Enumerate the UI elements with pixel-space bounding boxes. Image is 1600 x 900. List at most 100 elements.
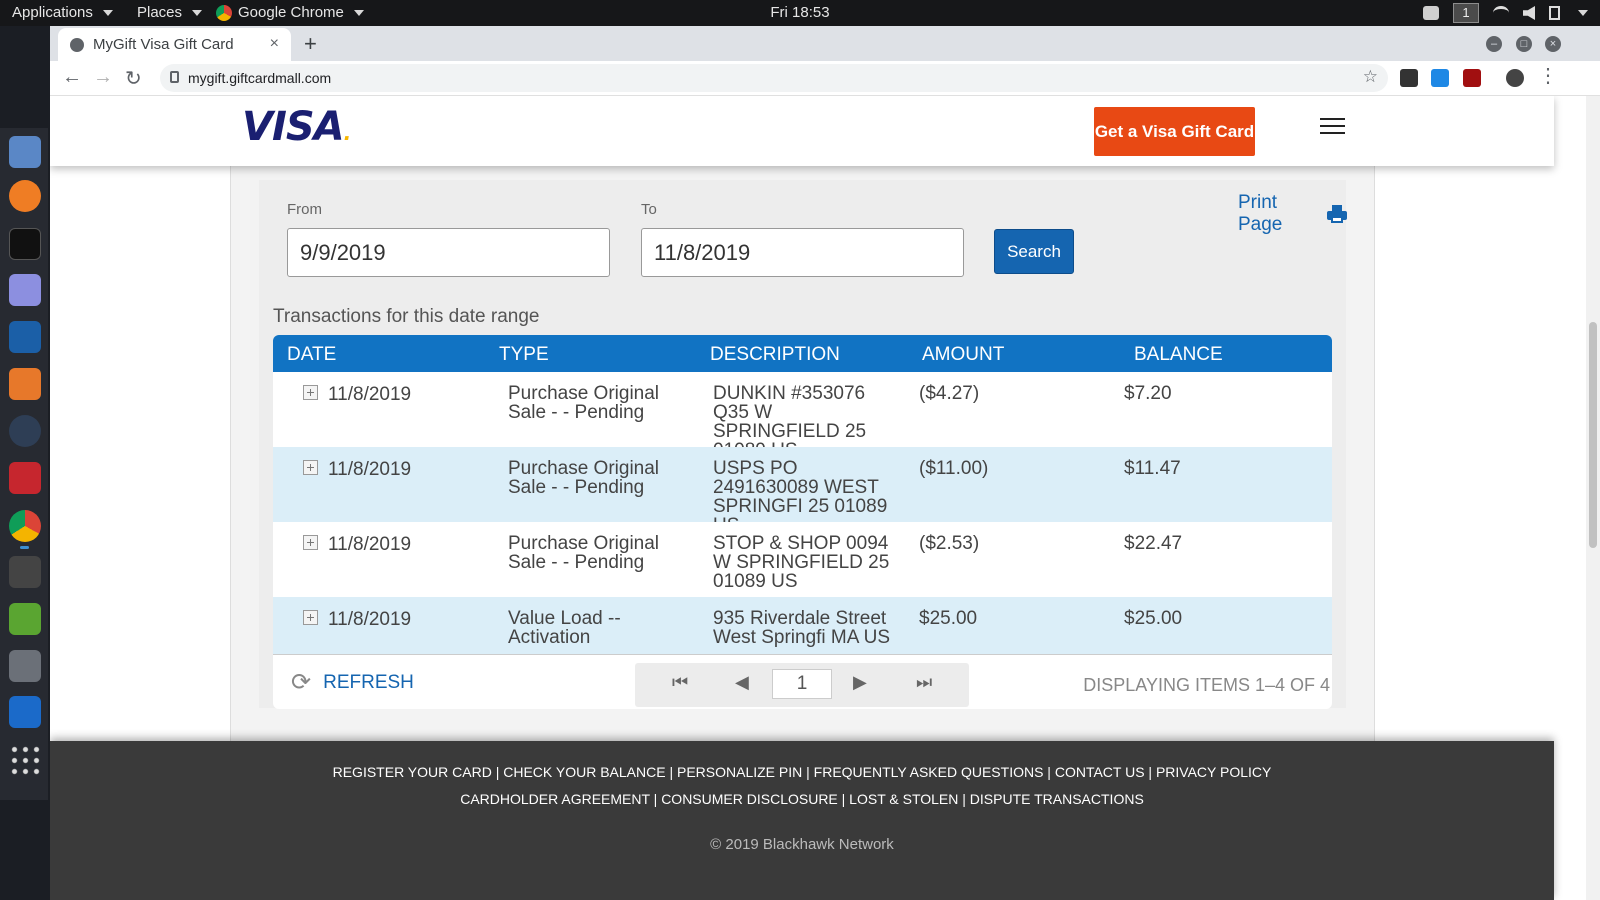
battery-icon[interactable] <box>1549 6 1560 20</box>
expand-row-icon[interactable] <box>303 610 318 625</box>
get-gift-card-button[interactable]: Get a Visa Gift Card <box>1094 107 1255 156</box>
chrome-icon[interactable] <box>9 510 41 542</box>
settings-icon[interactable] <box>9 650 41 682</box>
pagination: ⏮ ◀ 1 ▶ ⏭ <box>635 663 969 707</box>
eye-icon[interactable] <box>9 415 41 447</box>
page-viewport: VISA. Get a Visa Gift Card From To Searc… <box>50 96 1600 900</box>
workspace-indicator[interactable]: 1 <box>1453 3 1479 23</box>
expand-row-icon[interactable] <box>303 460 318 475</box>
clock[interactable]: Fri 18:53 <box>0 4 1600 21</box>
page-number-input[interactable]: 1 <box>772 669 832 699</box>
vpn-icon[interactable] <box>9 603 41 635</box>
search-button[interactable]: Search <box>994 229 1074 274</box>
from-label: From <box>287 201 322 218</box>
column-header-type[interactable]: TYPE <box>499 344 549 366</box>
cell-amount: ($2.53) <box>919 533 980 554</box>
expand-row-icon[interactable] <box>303 385 318 400</box>
cell-type: Value Load -- Activation <box>508 608 621 648</box>
profile-icon[interactable] <box>1506 69 1524 87</box>
to-date-input[interactable] <box>641 228 964 277</box>
ublock-icon[interactable] <box>1463 69 1481 87</box>
system-top-bar: Applications Places Google Chrome Fri 18… <box>0 0 1600 26</box>
cell-amount: ($11.00) <box>919 458 989 479</box>
lock-icon <box>170 71 179 83</box>
files-icon[interactable] <box>9 136 41 168</box>
last-page-icon[interactable]: ⏭ <box>916 672 932 693</box>
table-row: 11/8/2019 Purchase Original Sale - - Pen… <box>273 447 1332 535</box>
cell-date: 11/8/2019 <box>328 459 412 480</box>
cell-amount: ($4.27) <box>919 383 980 404</box>
column-header-amount[interactable]: AMOUNT <box>922 344 1004 366</box>
footer-links-secondary[interactable]: CARDHOLDER AGREEMENT | CONSUMER DISCLOSU… <box>50 791 1554 807</box>
page-scrollbar[interactable] <box>1586 96 1600 900</box>
app-grid-icon[interactable] <box>9 744 41 776</box>
previous-page-icon[interactable]: ◀ <box>735 672 749 693</box>
document-icon[interactable] <box>9 696 41 728</box>
to-label: To <box>641 201 657 218</box>
chevron-down-icon[interactable] <box>1578 10 1588 16</box>
first-page-icon[interactable]: ⏮ <box>672 672 688 693</box>
table-row: 11/8/2019 Value Load -- Activation 935 R… <box>273 597 1332 654</box>
site-footer: REGISTER YOUR CARD | CHECK YOUR BALANCE … <box>50 741 1554 900</box>
tab-strip: MyGift Visa Gift Card × + – □ × <box>50 26 1600 61</box>
visa-logo[interactable]: VISA. <box>242 104 351 150</box>
sublime-icon[interactable] <box>9 368 41 400</box>
print-page-label: Print Page <box>1238 192 1283 235</box>
cell-date: 11/8/2019 <box>328 609 412 630</box>
terminal-icon[interactable] <box>9 228 41 260</box>
refresh-icon: ⟳ <box>291 669 312 696</box>
column-header-description[interactable]: DESCRIPTION <box>710 344 840 366</box>
reload-icon[interactable]: ↻ <box>125 66 142 91</box>
content-panel: From To Search Print Page Transactions f… <box>230 166 1375 741</box>
cherry-icon[interactable] <box>9 462 41 494</box>
address-bar[interactable]: mygift.giftcardmall.com ☆ <box>160 64 1388 92</box>
url-text[interactable]: mygift.giftcardmall.com <box>188 70 331 86</box>
application-dock <box>0 128 48 800</box>
table-footer: ⟳ REFRESH ⏮ ◀ 1 ▶ ⏭ DISPLAYING ITEMS 1–4… <box>273 654 1332 709</box>
cell-type: Purchase Original Sale - - Pending <box>508 383 660 423</box>
cell-date: 11/8/2019 <box>328 384 412 405</box>
transactions-card: From To Search Print Page Transactions f… <box>259 180 1347 709</box>
maximize-icon[interactable]: □ <box>1516 36 1532 52</box>
cell-date: 11/8/2019 <box>328 534 412 555</box>
displaying-items-text: DISPLAYING ITEMS 1–4 OF 4 <box>1083 675 1330 695</box>
tab-mygift[interactable]: MyGift Visa Gift Card × <box>58 28 291 61</box>
refresh-button[interactable]: ⟳ REFRESH <box>291 669 414 696</box>
hamburger-menu-icon[interactable] <box>1320 118 1345 134</box>
calculator-icon[interactable] <box>9 556 41 588</box>
forward-icon[interactable]: → <box>93 66 113 89</box>
close-tab-icon[interactable]: × <box>270 35 279 53</box>
extension-s-icon[interactable] <box>1431 69 1449 87</box>
new-tab-button[interactable]: + <box>304 31 317 57</box>
browser-toolbar: ← → ↻ mygift.giftcardmall.com ☆ ⋮ <box>50 61 1600 96</box>
tab-title: MyGift Visa Gift Card <box>93 36 234 53</box>
minimize-icon[interactable]: – <box>1486 36 1502 52</box>
menu-kebab-icon[interactable]: ⋮ <box>1538 63 1558 88</box>
globe-icon <box>70 38 84 52</box>
column-header-date[interactable]: DATE <box>287 344 336 366</box>
next-page-icon[interactable]: ▶ <box>853 672 867 693</box>
copyright: © 2019 Blackhawk Network <box>710 836 894 853</box>
wifi-icon[interactable] <box>1493 6 1509 20</box>
logo-text: VISA <box>242 104 345 150</box>
volume-icon[interactable] <box>1523 6 1535 20</box>
malwarebytes-icon[interactable] <box>9 321 41 353</box>
system-tray: 1 <box>1423 3 1588 23</box>
print-page-link[interactable]: Print Page <box>1238 192 1347 236</box>
refresh-label: REFRESH <box>323 672 414 693</box>
back-icon[interactable]: ← <box>62 66 82 89</box>
running-indicator <box>20 546 29 549</box>
text-editor-icon[interactable] <box>9 274 41 306</box>
footer-links-primary[interactable]: REGISTER YOUR CARD | CHECK YOUR BALANCE … <box>50 764 1554 780</box>
extension-icon[interactable] <box>1400 69 1418 87</box>
expand-row-icon[interactable] <box>303 535 318 550</box>
camera-icon[interactable] <box>1423 6 1439 20</box>
from-date-input[interactable] <box>287 228 610 277</box>
firefox-icon[interactable] <box>9 180 41 212</box>
browser-window: MyGift Visa Gift Card × + – □ × ← → ↻ my… <box>50 26 1600 900</box>
column-header-balance[interactable]: BALANCE <box>1134 344 1223 366</box>
close-window-icon[interactable]: × <box>1545 36 1561 52</box>
cell-description: 935 Riverdale Street West Springfi MA US <box>713 608 891 648</box>
bookmark-star-icon[interactable]: ☆ <box>1363 67 1378 87</box>
scrollbar-thumb[interactable] <box>1589 322 1597 548</box>
